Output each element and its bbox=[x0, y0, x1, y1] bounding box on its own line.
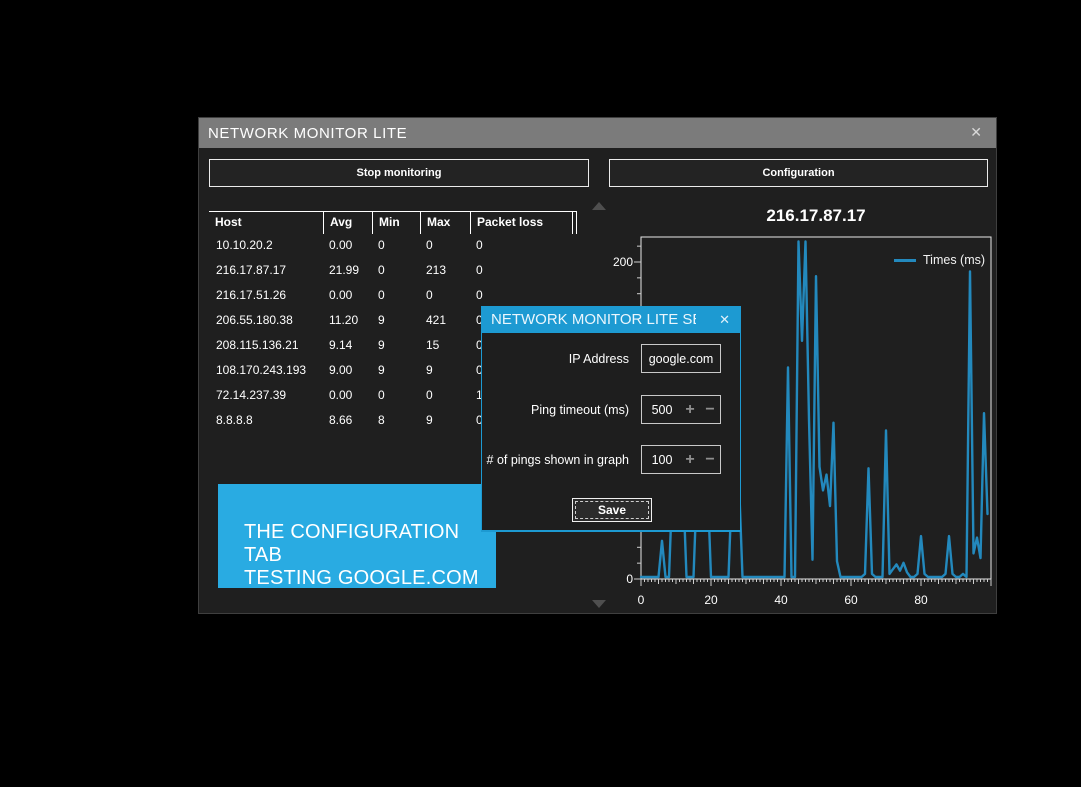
table-cell-min: 0 bbox=[372, 233, 420, 258]
column-header-host[interactable]: Host bbox=[209, 212, 323, 234]
table-cell-max: 0 bbox=[420, 283, 470, 308]
window-titlebar[interactable]: NETWORK MONITOR LITE ✕ bbox=[199, 118, 996, 148]
column-header-packet-loss[interactable]: Packet loss bbox=[470, 212, 572, 234]
banner-line2: TESTING GOOGLE.COM bbox=[244, 567, 496, 590]
table-cell-host: 72.14.237.39 bbox=[209, 383, 323, 408]
column-header-avg[interactable]: Avg bbox=[323, 212, 372, 234]
ip-address-value: google.com bbox=[649, 352, 714, 366]
table-cell-avg: 0.00 bbox=[323, 283, 372, 308]
ping-timeout-stepper[interactable]: 500 + − bbox=[641, 395, 721, 424]
save-button[interactable]: Save bbox=[572, 498, 652, 522]
table-header: HostAvgMinMaxPacket loss bbox=[209, 211, 577, 233]
table-cell-host: 206.55.180.38 bbox=[209, 308, 323, 333]
table-cell-max: 421 bbox=[420, 308, 470, 333]
table-cell-min: 0 bbox=[372, 283, 420, 308]
network-monitor-window: NETWORK MONITOR LITE ✕ Stop monitoring C… bbox=[198, 117, 997, 614]
table-cell-min: 8 bbox=[372, 408, 420, 433]
settings-dialog: NETWORK MONITOR LITE SE... ✕ IP Address … bbox=[481, 306, 741, 532]
table-cell-avg: 11.20 bbox=[323, 308, 372, 333]
window-close-icon[interactable]: ✕ bbox=[970, 124, 982, 141]
chart-title: 216.17.87.17 bbox=[641, 206, 991, 226]
x-axis-tick-label: 0 bbox=[626, 593, 656, 607]
banner-line1: THE CONFIGURATION TAB bbox=[244, 521, 496, 567]
legend-label: Times (ms) bbox=[923, 253, 985, 267]
table-cell-host: 216.17.87.17 bbox=[209, 258, 323, 283]
table-cell-max: 213 bbox=[420, 258, 470, 283]
configuration-button[interactable]: Configuration bbox=[609, 159, 988, 187]
table-cell-avg: 9.00 bbox=[323, 358, 372, 383]
table-cell-loss: 0 bbox=[470, 233, 572, 258]
table-cell-min: 9 bbox=[372, 333, 420, 358]
stop-monitoring-button[interactable]: Stop monitoring bbox=[209, 159, 589, 187]
column-header-max[interactable]: Max bbox=[420, 212, 470, 234]
dialog-title: NETWORK MONITOR LITE SE... bbox=[481, 311, 696, 328]
table-cell-host: 108.170.243.193 bbox=[209, 358, 323, 383]
table-cell-min: 0 bbox=[372, 258, 420, 283]
table-cell-avg: 9.14 bbox=[323, 333, 372, 358]
ip-address-label: IP Address bbox=[482, 352, 629, 367]
table-cell-max: 0 bbox=[420, 383, 470, 408]
header-end-divider bbox=[572, 212, 577, 234]
decrement-icon[interactable]: − bbox=[700, 446, 720, 473]
table-cell-avg: 8.66 bbox=[323, 408, 372, 433]
table-row[interactable]: 10.10.20.20.00000 bbox=[209, 233, 577, 258]
table-cell-loss: 0 bbox=[470, 258, 572, 283]
table-cell-max: 9 bbox=[420, 358, 470, 383]
window-title: NETWORK MONITOR LITE bbox=[199, 125, 407, 142]
table-cell-max: 9 bbox=[420, 408, 470, 433]
table-cell-min: 9 bbox=[372, 308, 420, 333]
table-cell-min: 9 bbox=[372, 358, 420, 383]
x-axis-tick-label: 80 bbox=[906, 593, 936, 607]
y-axis-tick-label: 200 bbox=[593, 255, 633, 269]
ping-timeout-value: 500 bbox=[642, 403, 680, 417]
decrement-icon[interactable]: − bbox=[700, 396, 720, 423]
table-cell-host: 10.10.20.2 bbox=[209, 233, 323, 258]
y-axis-tick-label: 0 bbox=[593, 572, 633, 586]
ip-address-input[interactable]: google.com bbox=[641, 344, 721, 373]
table-cell-avg: 0.00 bbox=[323, 383, 372, 408]
x-axis-tick-label: 60 bbox=[836, 593, 866, 607]
desktop-background: NETWORK MONITOR LITE ✕ Stop monitoring C… bbox=[0, 0, 1081, 787]
table-cell-min: 0 bbox=[372, 383, 420, 408]
dialog-close-icon[interactable]: ✕ bbox=[719, 312, 730, 328]
chart-legend: Times (ms) bbox=[894, 253, 985, 267]
pings-shown-stepper[interactable]: 100 + − bbox=[641, 445, 721, 474]
table-row[interactable]: 216.17.87.1721.9902130 bbox=[209, 258, 577, 283]
x-axis-tick-label: 20 bbox=[696, 593, 726, 607]
ping-timeout-label: Ping timeout (ms) bbox=[482, 403, 629, 418]
x-axis-tick-label: 40 bbox=[766, 593, 796, 607]
increment-icon[interactable]: + bbox=[680, 396, 700, 423]
table-row[interactable]: 216.17.51.260.00000 bbox=[209, 283, 577, 308]
configuration-banner: THE CONFIGURATION TAB TESTING GOOGLE.COM bbox=[218, 484, 496, 588]
legend-line-swatch bbox=[894, 259, 916, 262]
table-cell-host: 8.8.8.8 bbox=[209, 408, 323, 433]
table-cell-avg: 21.99 bbox=[323, 258, 372, 283]
table-cell-avg: 0.00 bbox=[323, 233, 372, 258]
pings-shown-value: 100 bbox=[642, 453, 680, 467]
table-cell-host: 216.17.51.26 bbox=[209, 283, 323, 308]
table-cell-loss: 0 bbox=[470, 283, 572, 308]
scroll-up-arrow-icon[interactable] bbox=[592, 202, 606, 210]
column-header-min[interactable]: Min bbox=[372, 212, 420, 234]
table-cell-max: 15 bbox=[420, 333, 470, 358]
increment-icon[interactable]: + bbox=[680, 446, 700, 473]
pings-shown-label: # of pings shown in graph bbox=[482, 453, 629, 468]
dialog-titlebar[interactable]: NETWORK MONITOR LITE SE... ✕ bbox=[481, 306, 741, 333]
table-cell-max: 0 bbox=[420, 233, 470, 258]
table-cell-host: 208.115.136.21 bbox=[209, 333, 323, 358]
scroll-down-arrow-icon[interactable] bbox=[592, 600, 606, 608]
